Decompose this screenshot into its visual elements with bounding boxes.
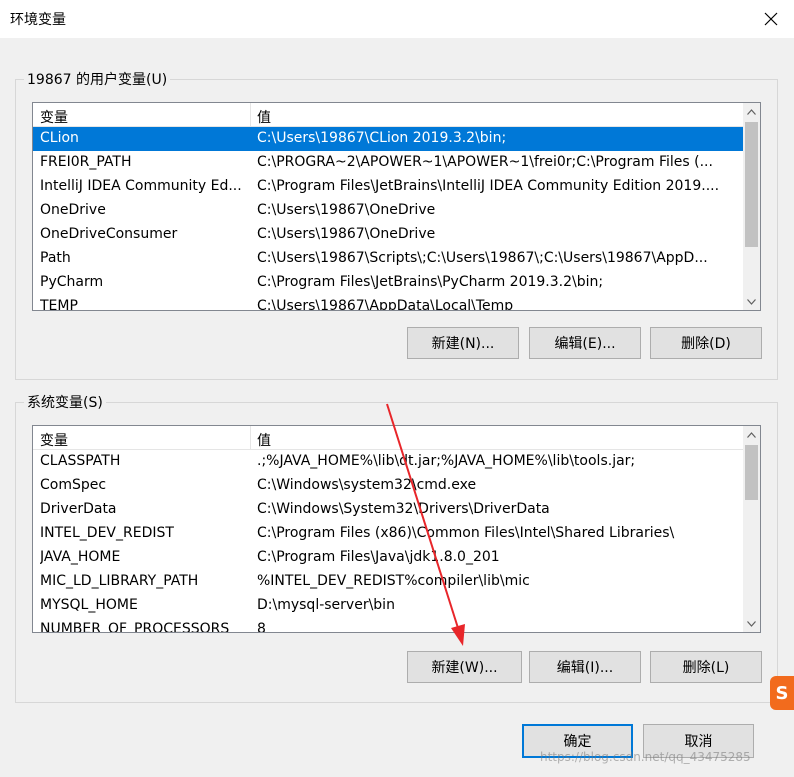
- chevron-down-icon: [747, 298, 756, 305]
- variable-value: C:\Windows\system32\cmd.exe: [257, 477, 477, 493]
- user-new-button[interactable]: 新建(N)...: [407, 327, 519, 359]
- variable-name: TEMP: [40, 298, 78, 310]
- variable-value: D:\mysql-server\bin: [257, 597, 395, 613]
- list-header: 变量 值: [33, 426, 743, 450]
- user-list-scrollbar[interactable]: [743, 103, 760, 310]
- column-header-variable[interactable]: 变量: [40, 107, 68, 127]
- scroll-down-button[interactable]: [743, 615, 760, 632]
- table-row[interactable]: MIC_LD_LIBRARY_PATH %INTEL_DEV_REDIST%com…: [33, 570, 743, 594]
- table-row[interactable]: DriverData C:\Windows\System32\Drivers\Dr…: [33, 498, 743, 522]
- user-delete-button[interactable]: 删除(D): [650, 327, 762, 359]
- variable-name: JAVA_HOME: [40, 549, 121, 565]
- chevron-up-icon: [747, 108, 756, 115]
- scroll-thumb[interactable]: [745, 122, 758, 247]
- user-variables-rows: CLion C:\Users\19867\CLion 2019.3.2\bin; F…: [33, 127, 743, 310]
- variable-value: C:\Users\19867\OneDrive: [257, 202, 436, 218]
- table-row[interactable]: FREI0R_PATH C:\PROGRA~2\APOWER~1\APOWER~1…: [33, 151, 743, 175]
- variable-name: ComSpec: [40, 477, 107, 493]
- variable-value: C:\Users\19867\AppData\Local\Temp: [257, 298, 514, 310]
- table-row[interactable]: TEMP C:\Users\19867\AppData\Local\Temp: [33, 295, 743, 310]
- variable-name: CLASSPATH: [40, 453, 121, 469]
- table-row[interactable]: PyCharm C:\Program Files\JetBrains\PyChar…: [33, 271, 743, 295]
- system-variables-rows: CLASSPATH .;%JAVA_HOME%\lib\dt.jar;%JAVA_…: [33, 450, 743, 632]
- list-header: 变量 值: [33, 103, 743, 127]
- variable-name: NUMBER_OF_PROCESSORS: [40, 621, 230, 632]
- scroll-down-button[interactable]: [743, 293, 760, 310]
- system-new-button[interactable]: 新建(W)...: [407, 651, 522, 683]
- table-row[interactable]: Path C:\Users\19867\Scripts\;C:\Users\198…: [33, 247, 743, 271]
- variable-value: %INTEL_DEV_REDIST%compiler\lib\mic: [257, 573, 530, 589]
- variable-name: PyCharm: [40, 274, 104, 290]
- column-divider[interactable]: [250, 103, 251, 127]
- table-row[interactable]: INTEL_DEV_REDIST C:\Program Files (x86)\C…: [33, 522, 743, 546]
- chevron-down-icon: [747, 620, 756, 627]
- table-row[interactable]: CLion C:\Users\19867\CLion 2019.3.2\bin;: [33, 127, 743, 151]
- dialog-body: 19867 的用户变量(U) 变量 值 CLion C:\Users\19867\…: [0, 38, 794, 777]
- column-header-value[interactable]: 值: [257, 430, 271, 450]
- variable-value: C:\Windows\System32\Drivers\DriverData: [257, 501, 550, 517]
- table-row[interactable]: MYSQL_HOME D:\mysql-server\bin: [33, 594, 743, 618]
- table-row[interactable]: ComSpec C:\Windows\system32\cmd.exe: [33, 474, 743, 498]
- column-header-variable[interactable]: 变量: [40, 430, 68, 450]
- system-delete-button[interactable]: 删除(L): [650, 651, 762, 683]
- variable-value: .;%JAVA_HOME%\lib\dt.jar;%JAVA_HOME%\lib…: [257, 453, 636, 469]
- variable-value: C:\Program Files\JetBrains\PyCharm 2019.…: [257, 274, 604, 290]
- watermark: https://blog.csdn.net/qq_43475285: [540, 750, 751, 764]
- user-variables-legend: 19867 的用户变量(U): [24, 69, 171, 89]
- table-row[interactable]: JAVA_HOME C:\Program Files\Java\jdk1.8.0_…: [33, 546, 743, 570]
- window-title: 环境变量: [10, 12, 66, 28]
- variable-name: FREI0R_PATH: [40, 154, 132, 170]
- variable-name: DriverData: [40, 501, 117, 517]
- variable-name: OneDrive: [40, 202, 106, 218]
- scroll-up-button[interactable]: [743, 103, 760, 120]
- variable-name: MIC_LD_LIBRARY_PATH: [40, 573, 199, 589]
- table-row[interactable]: NUMBER_OF_PROCESSORS 8: [33, 618, 743, 632]
- variable-name: MYSQL_HOME: [40, 597, 138, 613]
- variable-value: C:\Users\19867\CLion 2019.3.2\bin;: [257, 130, 507, 146]
- user-variables-list[interactable]: 变量 值 CLion C:\Users\19867\CLion 2019.3.2\…: [32, 102, 761, 311]
- variable-name: IntelliJ IDEA Community Ed...: [40, 178, 242, 194]
- column-header-value[interactable]: 值: [257, 107, 271, 127]
- variable-name: OneDriveConsumer: [40, 226, 178, 242]
- variable-name: Path: [40, 250, 71, 266]
- system-variables-legend: 系统变量(S): [24, 392, 106, 412]
- system-variables-group: 系统变量(S) 变量 值 CLASSPATH .;%JAVA_HOME%\lib\…: [15, 392, 778, 703]
- close-icon: [764, 12, 778, 26]
- system-variables-list[interactable]: 变量 值 CLASSPATH .;%JAVA_HOME%\lib\dt.jar;%…: [32, 425, 761, 633]
- variable-name: INTEL_DEV_REDIST: [40, 525, 174, 541]
- scroll-up-button[interactable]: [743, 426, 760, 443]
- variable-value: C:\Program Files\Java\jdk1.8.0_201: [257, 549, 500, 565]
- variable-value: C:\Users\19867\Scripts\;C:\Users\19867\;…: [257, 250, 708, 266]
- variable-name: CLion: [40, 130, 79, 146]
- table-row[interactable]: OneDrive C:\Users\19867\OneDrive: [33, 199, 743, 223]
- user-edit-button[interactable]: 编辑(E)...: [529, 327, 641, 359]
- variable-value: C:\Program Files (x86)\Common Files\Inte…: [257, 525, 675, 541]
- scroll-thumb[interactable]: [745, 445, 758, 500]
- table-row[interactable]: OneDriveConsumer C:\Users\19867\OneDrive: [33, 223, 743, 247]
- variable-value: 8: [257, 621, 266, 632]
- variable-value: C:\Users\19867\OneDrive: [257, 226, 436, 242]
- table-row[interactable]: IntelliJ IDEA Community Ed... C:\Program …: [33, 175, 743, 199]
- system-edit-button[interactable]: 编辑(I)...: [529, 651, 641, 683]
- variable-value: C:\Program Files\JetBrains\IntelliJ IDEA…: [257, 178, 720, 194]
- system-list-scrollbar[interactable]: [743, 426, 760, 632]
- user-variables-group: 19867 的用户变量(U) 变量 值 CLion C:\Users\19867\…: [15, 69, 778, 380]
- close-button[interactable]: [748, 0, 794, 38]
- chevron-up-icon: [747, 431, 756, 438]
- variable-value: C:\PROGRA~2\APOWER~1\APOWER~1\frei0r;C:\…: [257, 154, 713, 170]
- title-bar: 环境变量: [0, 0, 794, 38]
- table-row[interactable]: CLASSPATH .;%JAVA_HOME%\lib\dt.jar;%JAVA_…: [33, 450, 743, 474]
- sogou-logo-icon: S: [770, 676, 794, 710]
- column-divider[interactable]: [250, 426, 251, 450]
